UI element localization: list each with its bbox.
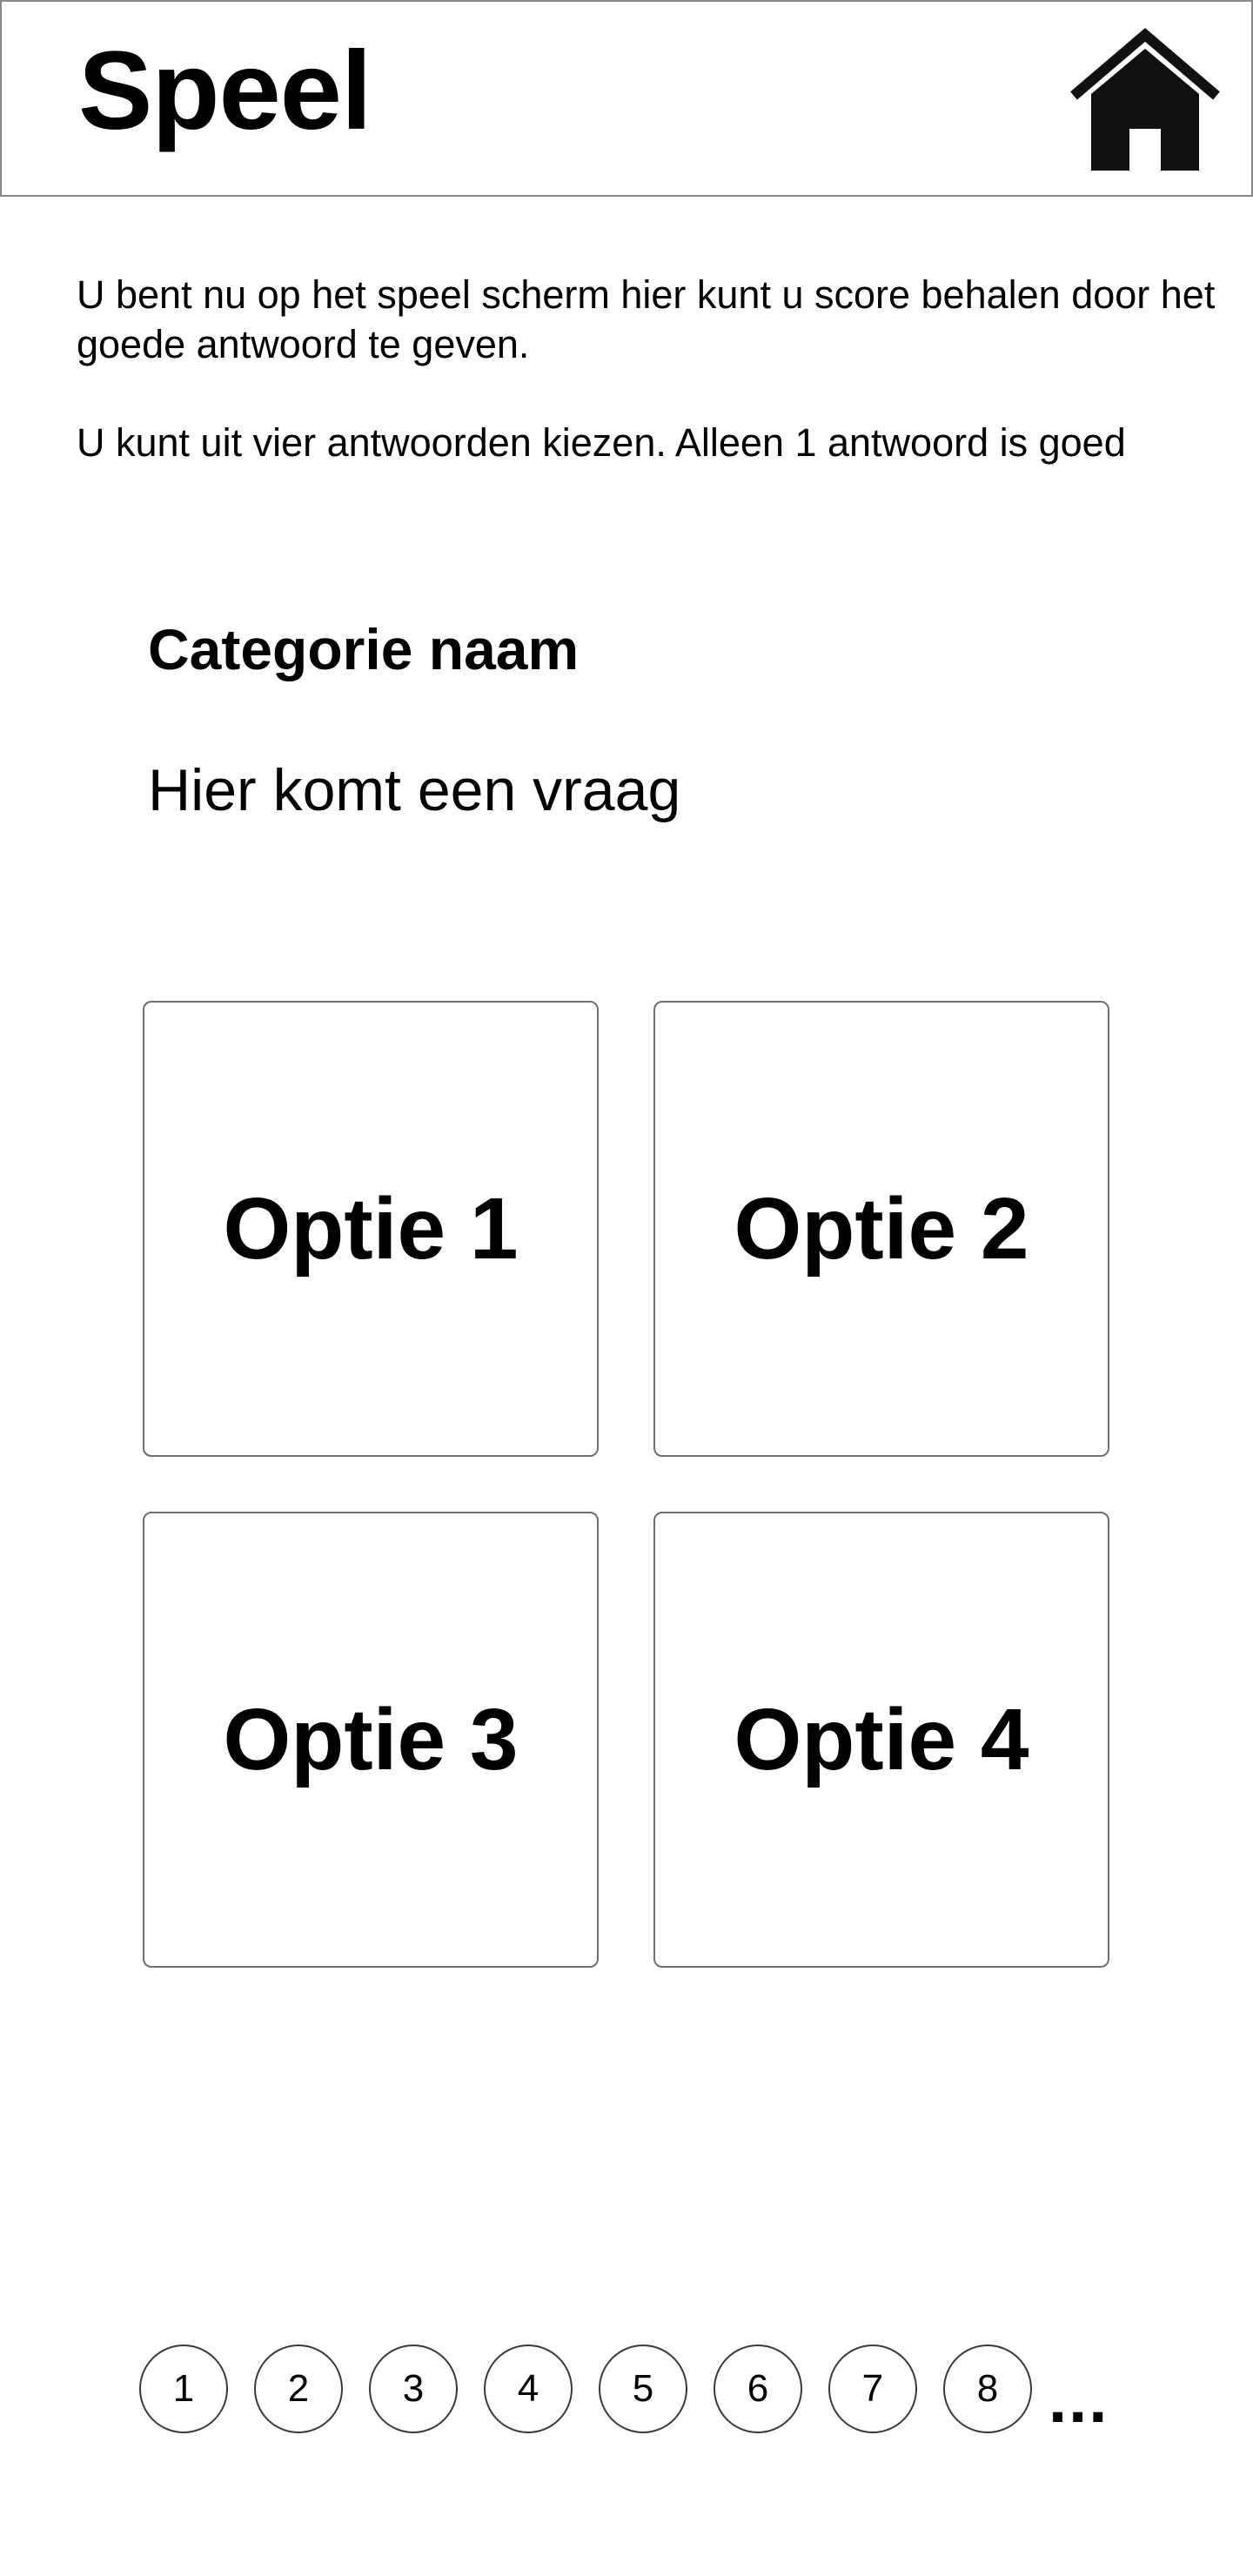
page-button-4[interactable]: 4 xyxy=(484,2345,573,2433)
intro-paragraph-1: U bent nu op het speel scherm hier kunt … xyxy=(77,272,1216,366)
option-2-button[interactable]: Optie 2 xyxy=(653,1001,1109,1457)
page-button-7[interactable]: 7 xyxy=(828,2345,917,2433)
page-button-8[interactable]: 8 xyxy=(943,2345,1032,2433)
page-button-1[interactable]: 1 xyxy=(139,2345,228,2433)
page-button-3[interactable]: 3 xyxy=(369,2345,458,2433)
option-4-button[interactable]: Optie 4 xyxy=(653,1512,1109,1968)
home-icon xyxy=(1070,28,1220,171)
page-button-6[interactable]: 6 xyxy=(714,2345,802,2433)
option-3-button[interactable]: Optie 3 xyxy=(143,1512,599,1968)
question-text: Hier komt een vraag xyxy=(148,757,681,823)
page-button-2[interactable]: 2 xyxy=(254,2345,343,2433)
option-2-label: Optie 2 xyxy=(734,1180,1029,1278)
intro-paragraph-2: U kunt uit vier antwoorden kiezen. Allee… xyxy=(77,420,1126,465)
question-pager: 1 2 3 4 5 6 7 8 ... xyxy=(139,2345,1131,2438)
category-name: Categorie naam xyxy=(148,617,580,681)
more-pages-indicator[interactable]: ... xyxy=(1049,2367,1109,2433)
option-3-label: Optie 3 xyxy=(223,1691,519,1788)
option-4-label: Optie 4 xyxy=(734,1691,1029,1788)
home-button[interactable] xyxy=(1069,23,1222,176)
option-1-button[interactable]: Optie 1 xyxy=(143,1001,599,1457)
page-title: Speel xyxy=(78,29,372,153)
intro-text: U bent nu op het speel scherm hier kunt … xyxy=(77,270,1225,467)
option-1-label: Optie 1 xyxy=(223,1180,519,1278)
page-button-5[interactable]: 5 xyxy=(599,2345,687,2433)
app-header: Speel xyxy=(0,0,1253,197)
